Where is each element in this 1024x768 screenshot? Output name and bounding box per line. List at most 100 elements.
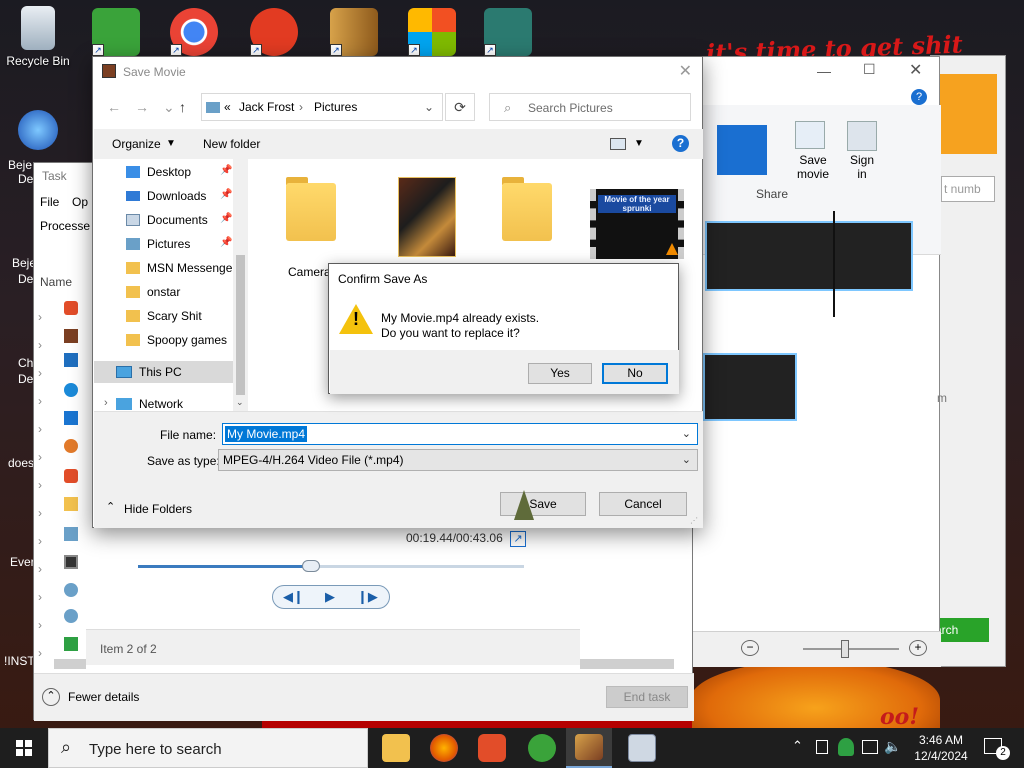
previous-frame-icon[interactable]: ◀❙ — [283, 589, 304, 605]
seek-bar-thumb[interactable] — [302, 560, 320, 572]
no-button[interactable]: No — [602, 363, 668, 384]
onedrive-icon[interactable] — [717, 125, 767, 175]
view-icon[interactable] — [610, 138, 626, 150]
msn-messenger-icon[interactable] — [528, 734, 556, 762]
file-name-input[interactable]: My Movie.mp4 ⌄ — [222, 423, 698, 445]
breadcrumb-pictures[interactable]: Pictures — [314, 100, 357, 114]
character-app-icon[interactable]: ↗ — [484, 8, 532, 56]
end-task-button[interactable]: End task — [606, 686, 688, 708]
menu-file[interactable]: File — [40, 195, 59, 209]
nav-item-desktop[interactable]: Desktop 📌 — [94, 161, 234, 183]
chevron-down-icon[interactable]: ⌄ — [236, 397, 244, 408]
chevron-down-icon[interactable]: ▼ — [166, 138, 176, 149]
chrome-icon[interactable]: ↗ — [170, 8, 218, 56]
fewer-details-link[interactable]: Fewer details — [68, 690, 139, 704]
nav-item-pictures[interactable]: Pictures 📌 — [94, 233, 234, 255]
toolbar: Organize ▼ New folder ▼ ? — [94, 129, 703, 159]
back-icon[interactable]: ← — [107, 99, 121, 115]
file-item-camera[interactable] — [282, 163, 340, 243]
next-frame-icon[interactable]: ❙▶ — [357, 589, 378, 605]
close-icon[interactable]: ✕ — [679, 61, 692, 81]
zoom-in-icon[interactable]: + — [909, 640, 927, 656]
sign-in-icon[interactable] — [847, 121, 877, 151]
task-manager-icon[interactable] — [628, 734, 656, 762]
expand-arrows[interactable]: › › › › › › › › › › › › › — [38, 303, 42, 667]
address-bar[interactable]: « Jack Frost › Pictures ⌄ — [201, 93, 443, 121]
nav-item-this-pc[interactable]: This PC — [94, 361, 234, 383]
taskbar-active-app[interactable] — [566, 728, 612, 768]
messenger-tray-icon[interactable] — [838, 738, 854, 756]
maximize-icon[interactable]: ☐ — [863, 61, 876, 78]
recycle-bin[interactable]: Recycle Bin — [0, 6, 76, 68]
up-icon[interactable]: ↑ — [179, 99, 186, 115]
tab-processes[interactable]: Processe — [40, 219, 90, 233]
hide-folders-link[interactable]: Hide Folders — [124, 502, 192, 516]
file-item-folder[interactable] — [498, 163, 556, 243]
zoom-out-icon[interactable]: − — [741, 640, 759, 656]
firefox-icon[interactable] — [430, 734, 458, 762]
save-movie-label[interactable]: Save movie — [793, 153, 833, 181]
column-name[interactable]: Name — [40, 275, 72, 289]
nav-item-downloads[interactable]: Downloads 📌 — [94, 185, 234, 207]
chevron-right-icon[interactable]: › — [104, 397, 108, 409]
windows-shield-icon[interactable]: ↗ — [408, 8, 456, 56]
yes-button[interactable]: Yes — [528, 363, 592, 384]
file-explorer-icon[interactable] — [382, 734, 410, 762]
brave-icon[interactable] — [478, 734, 506, 762]
storyboard-clip-2[interactable] — [703, 353, 797, 421]
taskbar-clock[interactable]: 3:46 AM 12/4/2024 — [906, 732, 976, 764]
chevron-up-icon[interactable]: ⌃ — [792, 738, 803, 754]
network-icon[interactable] — [862, 740, 878, 754]
minimize-icon[interactable]: — — [817, 63, 831, 79]
resize-grip-icon[interactable]: ⋰ — [690, 516, 698, 525]
chevron-up-icon[interactable]: ⌃ — [106, 500, 115, 513]
save-button[interactable]: Save — [500, 492, 586, 516]
nav-item-onstar[interactable]: onstar — [94, 281, 234, 303]
taskbar-search-box[interactable]: ⌕ Type here to search — [48, 728, 368, 768]
new-folder-button[interactable]: New folder — [203, 137, 260, 151]
zoom-slider[interactable] — [803, 648, 899, 650]
play-icon[interactable]: ▶ — [325, 589, 335, 605]
nav-scrollbar[interactable]: ⌄ — [233, 159, 248, 411]
folder-icon — [126, 334, 140, 346]
save-as-type-select[interactable]: MPEG-4/H.264 Video File (*.mp4) ⌄ — [218, 449, 698, 471]
chevron-down-icon[interactable]: ⌄ — [424, 100, 434, 114]
file-name-value: My Movie.mp4 — [225, 426, 308, 442]
sign-in-label[interactable]: Sign in — [847, 153, 877, 181]
save-movie-icon[interactable] — [795, 121, 825, 149]
nav-item-msn-messenger[interactable]: MSN Messenger — [94, 257, 236, 279]
zoom-slider-thumb[interactable] — [841, 640, 849, 658]
nav-item-spoopy-games[interactable]: Spoopy games — [94, 329, 234, 351]
windows-start-icon[interactable] — [16, 740, 32, 756]
help-icon[interactable]: ? — [911, 89, 927, 105]
tablet-icon[interactable] — [816, 740, 828, 754]
playhead[interactable] — [833, 211, 835, 317]
refresh-button[interactable]: ⟳ — [445, 93, 475, 121]
dropdown-icon[interactable]: ⌄ — [163, 99, 175, 116]
menu-options[interactable]: Op — [72, 195, 88, 209]
chevron-up-icon[interactable]: ⌃ — [42, 688, 60, 706]
volume-icon[interactable]: 🔈 — [884, 738, 901, 755]
storyboard-clip-1[interactable] — [705, 221, 913, 291]
app-box-icon[interactable]: ↗ — [330, 8, 378, 56]
search-box[interactable]: ⌕ Search Pictures — [489, 93, 691, 121]
breadcrumb-jack-frost[interactable]: Jack Frost — [239, 100, 294, 114]
image-thumbnail[interactable] — [398, 177, 456, 257]
nav-item-documents[interactable]: Documents 📌 — [94, 209, 234, 231]
bejeweled-icon[interactable] — [18, 110, 58, 150]
cancel-button[interactable]: Cancel — [599, 492, 687, 516]
organize-button[interactable]: Organize — [112, 137, 161, 151]
chevron-down-icon[interactable]: ⌄ — [682, 453, 691, 466]
msn-messenger-icon[interactable]: ↗ — [92, 8, 140, 56]
chevron-down-icon[interactable]: ▼ — [634, 138, 644, 149]
fullscreen-icon[interactable]: ↗ — [510, 531, 526, 547]
nav-item-scary-shit[interactable]: Scary Shit — [94, 305, 234, 327]
game-launcher-icon[interactable]: ↗ — [250, 8, 298, 56]
chevron-down-icon[interactable]: ⌄ — [682, 427, 691, 440]
number-field[interactable]: t numb — [941, 176, 995, 202]
close-icon[interactable]: ✕ — [909, 60, 922, 80]
video-thumbnail[interactable]: Movie of the year sprunki — [590, 189, 684, 259]
nav-scrollbar-thumb[interactable] — [236, 255, 245, 395]
help-icon[interactable]: ? — [672, 135, 689, 152]
forward-icon[interactable]: → — [135, 99, 149, 115]
